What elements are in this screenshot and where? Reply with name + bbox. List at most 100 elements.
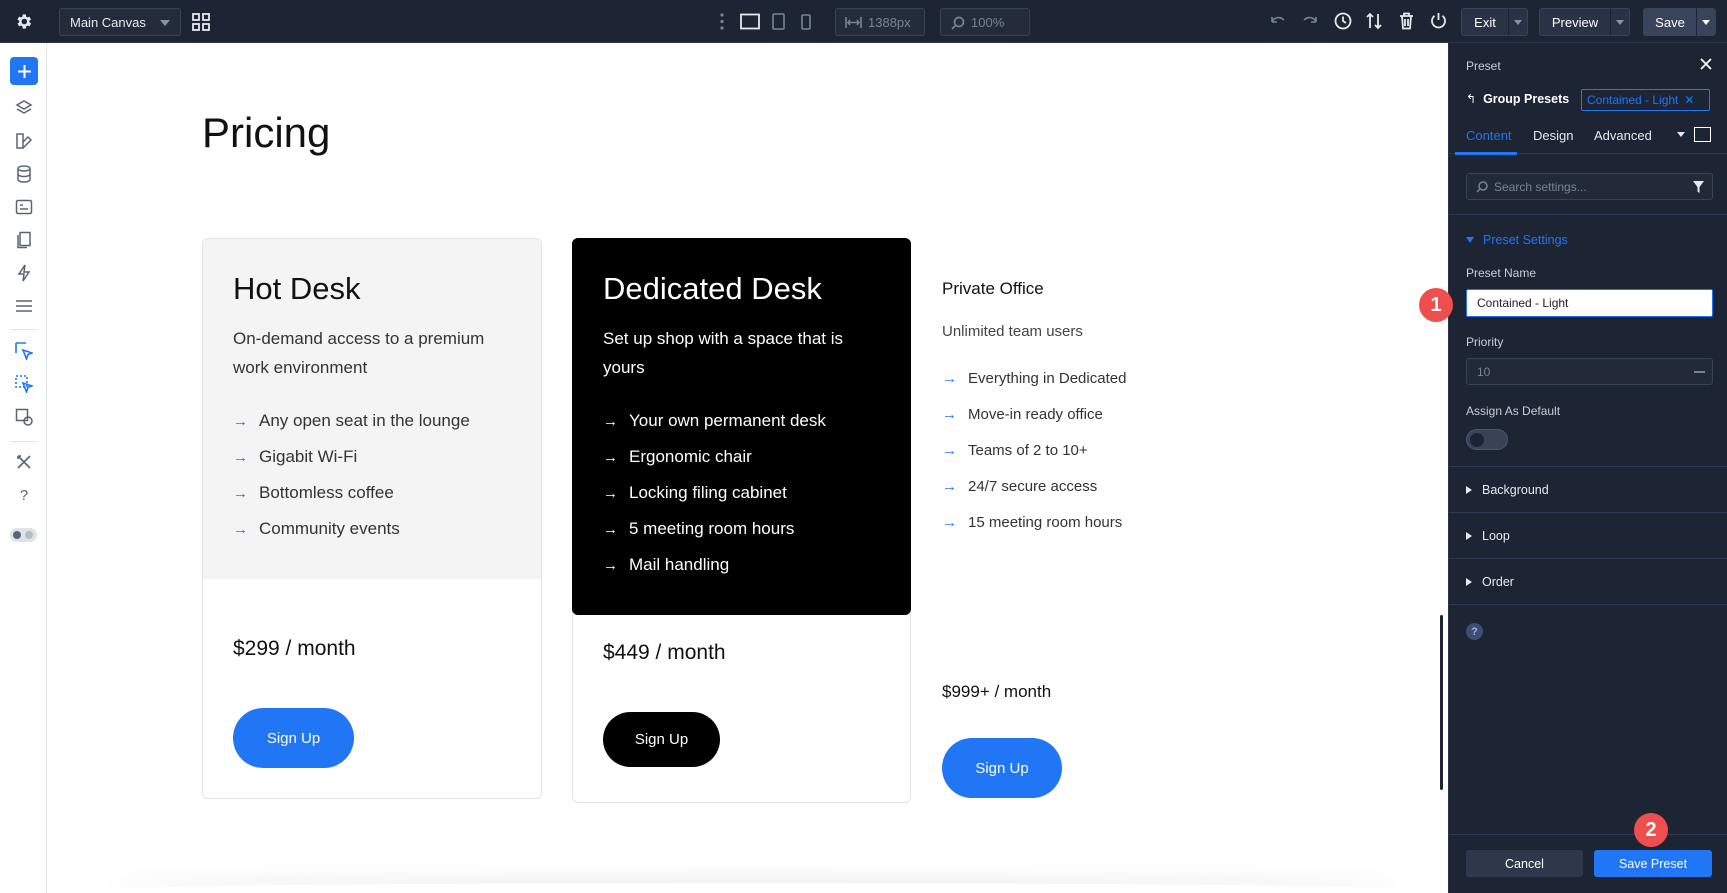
save-button[interactable]: Save bbox=[1643, 8, 1697, 36]
caret-right-icon bbox=[1466, 531, 1472, 540]
undo-icon[interactable] bbox=[1270, 13, 1286, 29]
footer-divider bbox=[1449, 834, 1727, 835]
desktop-view-icon[interactable] bbox=[740, 13, 760, 30]
plus-icon bbox=[17, 64, 31, 78]
theme-builder-icon[interactable] bbox=[13, 130, 35, 152]
chevron-down-icon bbox=[1514, 19, 1522, 25]
arrow-right-icon: → bbox=[233, 448, 248, 466]
sign-up-button[interactable]: Sign Up bbox=[942, 738, 1062, 798]
section-title: Loop bbox=[1482, 528, 1510, 543]
pages-icon[interactable] bbox=[13, 229, 35, 251]
canvas-select[interactable]: Main Canvas bbox=[59, 8, 181, 36]
sign-up-button[interactable]: Sign Up bbox=[603, 712, 720, 767]
close-icon[interactable]: ✕ bbox=[1684, 93, 1694, 107]
section-background[interactable]: Background bbox=[1449, 466, 1727, 512]
preview-dropdown-toggle[interactable] bbox=[1610, 8, 1630, 36]
top-toolbar: Main Canvas 1388px 100% Exit Preview Sav… bbox=[0, 0, 1727, 43]
history-icon[interactable] bbox=[1334, 12, 1352, 30]
feature-item: → Ergonomic chair bbox=[603, 447, 752, 467]
lightning-icon[interactable] bbox=[13, 262, 35, 284]
chevron-down-icon[interactable] bbox=[1677, 132, 1685, 137]
zoom-field[interactable]: 100% bbox=[940, 8, 1030, 36]
caret-right-icon bbox=[1466, 485, 1472, 494]
feature-item: → Everything in Dedicated bbox=[942, 370, 1126, 387]
canvas-scrollbar[interactable] bbox=[1440, 615, 1443, 790]
filter-icon[interactable] bbox=[1693, 181, 1704, 193]
preset-name-input[interactable]: Contained - Light bbox=[1466, 289, 1713, 317]
feature-text: Teams of 2 to 10+ bbox=[968, 442, 1088, 459]
layout-icon[interactable] bbox=[13, 196, 35, 218]
cancel-button[interactable]: Cancel bbox=[1466, 850, 1583, 877]
section-title: Background bbox=[1482, 482, 1549, 497]
preset-settings-panel: Preset ↰ Group Presets Contained - Light… bbox=[1448, 43, 1727, 893]
view-mode-toggle[interactable] bbox=[10, 528, 37, 542]
plan-price: $999+ / month bbox=[942, 682, 1052, 701]
priority-value: 10 bbox=[1477, 364, 1491, 379]
section-order[interactable]: Order bbox=[1449, 558, 1727, 604]
width-value: 1388px bbox=[868, 14, 911, 30]
width-field[interactable]: 1388px bbox=[835, 8, 925, 36]
database-icon[interactable] bbox=[13, 163, 35, 185]
close-icon[interactable] bbox=[1700, 58, 1712, 70]
preset-tag[interactable]: Contained - Light ✕ bbox=[1581, 89, 1710, 111]
pricing-card-hot-desk[interactable]: Hot Desk On-demand access to a premium w… bbox=[202, 238, 542, 799]
redo-icon[interactable] bbox=[1302, 13, 1318, 29]
grid-icon[interactable] bbox=[191, 12, 211, 32]
sidebar-divider bbox=[10, 329, 37, 330]
sign-up-button[interactable]: Sign Up bbox=[233, 708, 354, 768]
tools-icon[interactable] bbox=[13, 451, 35, 473]
feature-item: → Bottomless coffee bbox=[233, 483, 394, 503]
help-icon[interactable]: ? bbox=[13, 484, 35, 506]
save-preset-button[interactable]: Save Preset bbox=[1594, 850, 1712, 877]
tab-design[interactable]: Design bbox=[1533, 128, 1573, 143]
tablet-view-icon[interactable] bbox=[772, 13, 785, 30]
minus-icon[interactable] bbox=[1694, 371, 1705, 373]
arrow-right-icon: → bbox=[603, 484, 618, 502]
priority-input[interactable]: 10 bbox=[1466, 358, 1713, 385]
tab-advanced[interactable]: Advanced bbox=[1594, 128, 1652, 143]
preset-manager-icon[interactable] bbox=[13, 406, 35, 428]
pricing-card-private-office[interactable]: Private Office Unlimited team users → Eve… bbox=[941, 238, 1281, 838]
phone-view-icon[interactable] bbox=[801, 14, 811, 30]
feature-item: → Gigabit Wi-Fi bbox=[233, 447, 357, 467]
trash-icon[interactable] bbox=[1399, 12, 1414, 30]
group-presets-back-link[interactable]: ↰ Group Presets bbox=[1466, 92, 1569, 106]
zoom-value: 100% bbox=[971, 14, 1005, 30]
annotation-badge-1: 1 bbox=[1419, 288, 1453, 322]
back-arrow-icon: ↰ bbox=[1466, 92, 1477, 106]
page-title: Pricing bbox=[202, 109, 331, 156]
more-vertical-icon[interactable] bbox=[720, 13, 724, 30]
annotation-badge-2: 2 bbox=[1634, 813, 1668, 847]
preview-button[interactable]: Preview bbox=[1539, 8, 1611, 36]
gear-icon[interactable] bbox=[14, 12, 33, 31]
exit-dropdown-toggle[interactable] bbox=[1508, 8, 1528, 36]
help-icon[interactable]: ? bbox=[1466, 623, 1483, 640]
tab-content[interactable]: Content bbox=[1466, 128, 1512, 143]
feature-item: → Your own permanent desk bbox=[603, 411, 826, 431]
list-icon[interactable] bbox=[13, 295, 35, 317]
pricing-card-dedicated-desk[interactable]: Dedicated Desk Set up shop with a space … bbox=[572, 238, 911, 803]
arrow-right-icon: → bbox=[942, 478, 957, 495]
sort-arrows-icon[interactable] bbox=[1366, 12, 1382, 30]
search-settings-input[interactable]: Search settings... bbox=[1466, 173, 1713, 200]
preset-settings-section-toggle[interactable]: Preset Settings bbox=[1466, 233, 1568, 247]
save-dropdown-toggle[interactable] bbox=[1696, 8, 1716, 36]
layers-icon[interactable] bbox=[13, 97, 35, 119]
exit-button[interactable]: Exit bbox=[1461, 8, 1509, 36]
select-element-icon[interactable] bbox=[13, 340, 35, 362]
power-icon[interactable] bbox=[1430, 12, 1447, 30]
preview-toggle-icon[interactable] bbox=[1694, 127, 1711, 142]
arrow-right-icon: → bbox=[942, 442, 957, 459]
multi-select-icon[interactable] bbox=[13, 373, 35, 395]
feature-text: Any open seat in the lounge bbox=[259, 411, 470, 430]
plan-title: Hot Desk bbox=[233, 271, 361, 306]
section-divider bbox=[1449, 214, 1727, 215]
section-loop[interactable]: Loop bbox=[1449, 512, 1727, 558]
add-module-button[interactable] bbox=[10, 57, 38, 85]
assign-default-toggle[interactable] bbox=[1466, 429, 1508, 450]
assign-default-label: Assign As Default bbox=[1466, 404, 1561, 418]
chevron-down-icon bbox=[160, 20, 170, 26]
feature-item: → 5 meeting room hours bbox=[603, 519, 794, 539]
section-title: Order bbox=[1482, 574, 1514, 589]
plan-description: Set up shop with a space that is yours bbox=[603, 329, 844, 377]
